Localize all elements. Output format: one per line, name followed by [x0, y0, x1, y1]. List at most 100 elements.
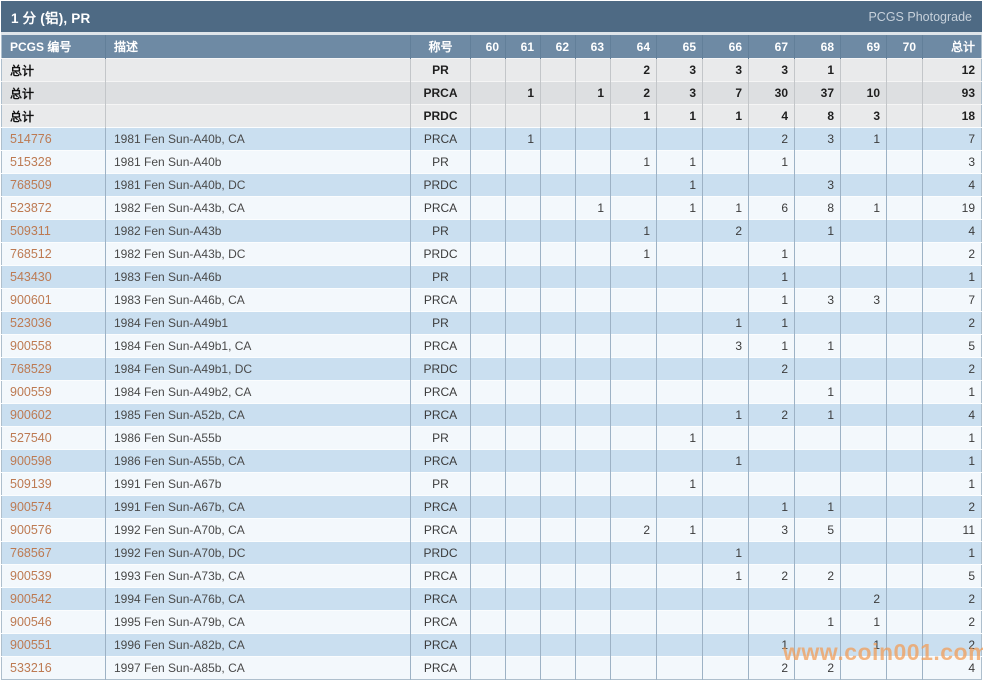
designation-cell: PRDC	[410, 104, 471, 128]
pcgs-number-link[interactable]: 515328	[10, 155, 52, 169]
grade-64-cell: 1	[610, 104, 657, 128]
pcgs-number-link[interactable]: 900539	[10, 569, 52, 583]
grade-70-cell	[886, 311, 923, 335]
grade-62-cell	[540, 104, 576, 128]
grade-70-cell	[886, 610, 923, 634]
pcgs-number-link[interactable]: 523036	[10, 316, 52, 330]
grade-65-cell	[656, 564, 703, 588]
pcgs-number-link[interactable]: 543430	[10, 270, 52, 284]
grade-61-cell	[505, 288, 541, 312]
description-text: 1982 Fen Sun-A43b, CA	[114, 201, 245, 215]
grade-70-cell	[886, 173, 923, 197]
grade-60-cell	[470, 449, 506, 473]
pcgs-number-link[interactable]: 900602	[10, 408, 52, 422]
grade-67-cell: 2	[748, 357, 795, 381]
pcgs-number-cell: 514776	[1, 127, 106, 151]
pcgs-number-link[interactable]: 509311	[10, 224, 51, 238]
grade-66-cell	[702, 656, 749, 680]
grade-61-cell	[505, 426, 541, 450]
grade-62-cell	[540, 196, 576, 220]
pcgs-number-cell: 900576	[1, 518, 106, 542]
pcgs-number-cell: 900601	[1, 288, 106, 312]
pcgs-number-link[interactable]: 900576	[10, 523, 52, 537]
pcgs-number-link[interactable]: 900546	[10, 615, 52, 629]
pcgs-number-link[interactable]: 514776	[10, 132, 52, 146]
grade-65-cell: 1	[656, 173, 703, 197]
pcgs-number-link[interactable]: 900574	[10, 500, 52, 514]
description-cell: 1993 Fen Sun-A73b, CA	[105, 564, 411, 588]
total-cell: 18	[922, 104, 982, 128]
grade-60-cell	[470, 380, 506, 404]
grade-68-cell	[794, 311, 841, 335]
grade-61-cell	[505, 403, 541, 427]
table-header-row: PCGS 编号 描述 称号 60 61 62 63 64 65 66 67 68 69 70 总计	[1, 35, 982, 59]
total-row: 总计 PRDC 1 1 1 4 8 3 18	[1, 104, 982, 128]
grade-62-cell	[540, 564, 576, 588]
total-cell: 2	[922, 495, 982, 519]
grade-66-cell: 2	[702, 219, 749, 243]
pcgs-number-link[interactable]: 900601	[10, 293, 52, 307]
pcgs-number-cell: 768512	[1, 242, 106, 266]
grade-66-cell: 1	[702, 311, 749, 335]
designation-cell: PRCA	[410, 564, 471, 588]
grade-62-cell	[540, 58, 576, 82]
grade-64-cell	[610, 380, 657, 404]
total-cell: 2	[922, 587, 982, 611]
grade-61-cell	[505, 564, 541, 588]
grade-68-cell: 2	[794, 656, 841, 680]
pcgs-number-link[interactable]: 900551	[10, 638, 52, 652]
pcgs-number-link[interactable]: 509139	[10, 477, 52, 491]
grade-69-cell	[840, 311, 887, 335]
page-title: 1 分 (铝), PR	[11, 10, 91, 26]
grade-64-cell	[610, 196, 657, 220]
grade-67-cell: 2	[748, 403, 795, 427]
grade-64-cell: 2	[610, 518, 657, 542]
designation-cell: PRCA	[410, 403, 471, 427]
col-header-grade-61: 61	[505, 35, 541, 59]
total-row-description	[105, 104, 411, 128]
grade-63-cell	[575, 58, 611, 82]
pcgs-number-link[interactable]: 533216	[10, 661, 52, 675]
pcgs-number-link[interactable]: 900542	[10, 592, 52, 606]
grade-69-cell	[840, 173, 887, 197]
description-cell: 1981 Fen Sun-A40b	[105, 150, 411, 174]
pcgs-number-link[interactable]: 900558	[10, 339, 52, 353]
pcgs-number-link[interactable]: 768567	[10, 546, 52, 560]
photograde-link[interactable]: PCGS Photograde	[868, 10, 972, 24]
grade-67-cell: 2	[748, 656, 795, 680]
grade-64-cell	[610, 334, 657, 358]
grade-64-cell: 1	[610, 150, 657, 174]
grade-66-cell: 3	[702, 58, 749, 82]
grade-64-cell	[610, 587, 657, 611]
grade-67-cell	[748, 219, 795, 243]
grade-68-cell	[794, 587, 841, 611]
pcgs-number-link[interactable]: 900598	[10, 454, 52, 468]
grade-62-cell	[540, 403, 576, 427]
grade-61-cell: 1	[505, 81, 541, 105]
grade-65-cell	[656, 587, 703, 611]
pcgs-number-link[interactable]: 768509	[10, 178, 52, 192]
grade-63-cell	[575, 403, 611, 427]
pcgs-number-cell: 900574	[1, 495, 106, 519]
grade-67-cell	[748, 587, 795, 611]
population-report-page: 1 分 (铝), PR PCGS Photograde PCGS 编号 描述 称号 6…	[0, 0, 983, 681]
pcgs-number-link[interactable]: 900559	[10, 385, 52, 399]
grade-68-cell	[794, 150, 841, 174]
table-row: 768529 1984 Fen Sun-A49b1, DC PRDC 2 2	[1, 357, 982, 381]
designation-cell: PRDC	[410, 357, 471, 381]
pcgs-number-link[interactable]: 523872	[10, 201, 52, 215]
pcgs-number-link[interactable]: 768529	[10, 362, 52, 376]
pcgs-number-link[interactable]: 527540	[10, 431, 52, 445]
grade-69-cell	[840, 219, 887, 243]
pcgs-number-link[interactable]: 768512	[10, 247, 52, 261]
grade-69-cell	[840, 495, 887, 519]
grade-66-cell	[702, 150, 749, 174]
grade-67-cell: 1	[748, 288, 795, 312]
total-cell: 19	[922, 196, 982, 220]
grade-61-cell	[505, 104, 541, 128]
grade-62-cell	[540, 472, 576, 496]
grade-64-cell	[610, 311, 657, 335]
grade-60-cell	[470, 104, 506, 128]
table-row: 900546 1995 Fen Sun-A79b, CA PRCA 1 1 2	[1, 610, 982, 634]
grade-66-cell: 3	[702, 334, 749, 358]
